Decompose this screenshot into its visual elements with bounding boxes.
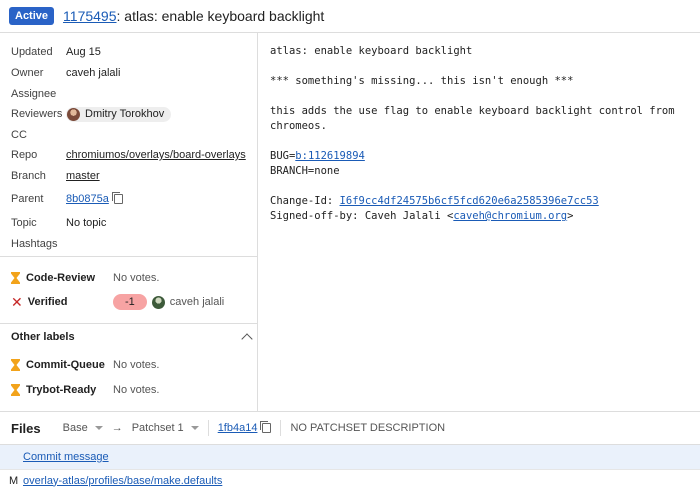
topic-value[interactable]: No topic xyxy=(66,217,106,229)
other-labels-header[interactable]: Other labels xyxy=(11,329,253,345)
change-number-link[interactable]: 1175495 xyxy=(63,8,116,24)
commit-message: atlas: enable keyboard backlight *** som… xyxy=(270,45,675,222)
meta-assignee: Assignee xyxy=(11,88,57,100)
metadata-panel: Updated Aug 15 Owner caveh jalali Assign… xyxy=(0,33,258,411)
divider xyxy=(207,420,209,436)
file-path-link[interactable]: overlay-atlas/profiles/base/make.default… xyxy=(23,475,222,487)
voter-name: caveh jalali xyxy=(169,296,225,308)
commit-hash-link[interactable]: 1fb4a14 xyxy=(218,422,258,434)
change-header: Active 1175495: atlas: enable keyboard b… xyxy=(0,0,700,33)
meta-topic: Topic No topic xyxy=(11,217,107,229)
copy-icon[interactable] xyxy=(111,192,123,204)
bug-link[interactable]: b:112619894 xyxy=(295,150,365,162)
avatar xyxy=(67,107,80,121)
meta-branch: Branch master xyxy=(11,170,100,182)
patchset-description[interactable]: NO PATCHSET DESCRIPTION xyxy=(290,422,445,434)
page-title: 1175495: atlas: enable keyboard backligh… xyxy=(63,8,324,24)
caret-down-icon xyxy=(190,426,199,430)
vote-chip[interactable]: -1 xyxy=(113,294,147,310)
files-title: Files xyxy=(11,420,41,436)
branch-link[interactable]: master xyxy=(66,170,100,182)
status-badge: Active xyxy=(9,7,55,25)
label-trybot-ready: Trybot-Ready No votes. xyxy=(11,381,256,399)
divider xyxy=(0,256,258,257)
meta-hashtags: Hashtags xyxy=(11,238,58,250)
hourglass-icon xyxy=(11,272,20,284)
divider xyxy=(280,420,282,436)
files-header: Files Base → Patchset 1 1fb4a14 NO PATCH… xyxy=(0,411,700,445)
arrow-right-icon: → xyxy=(111,422,123,434)
meta-owner: Owner caveh jalali xyxy=(11,67,121,79)
hourglass-icon xyxy=(11,384,20,396)
avatar xyxy=(151,295,165,309)
commit-message-row: Commit message xyxy=(0,445,700,469)
file-status: M xyxy=(9,474,19,487)
parent-commit-link[interactable]: 8b0875a xyxy=(66,193,109,205)
base-dropdown[interactable]: Base xyxy=(63,422,103,434)
label-commit-queue: Commit-Queue No votes. xyxy=(11,356,256,374)
owner-name[interactable]: caveh jalali xyxy=(66,67,120,79)
divider xyxy=(0,323,258,324)
commit-message-link[interactable]: Commit message xyxy=(23,451,109,463)
email-link[interactable]: caveh@chromium.org xyxy=(453,210,567,222)
change-subject: : atlas: enable keyboard backlight xyxy=(116,8,325,24)
copy-icon[interactable] xyxy=(260,421,272,433)
patchset-dropdown[interactable]: Patchset 1 xyxy=(132,422,199,434)
repo-link[interactable]: chromiumos/overlays/board-overlays xyxy=(66,149,246,161)
label-verified: ✕ Verified -1 caveh jalali xyxy=(11,294,225,310)
close-icon: ✕ xyxy=(11,294,23,310)
file-row: M overlay-atlas/profiles/base/make.defau… xyxy=(0,469,700,491)
meta-reviewers: Reviewers Dmitry Torokhov xyxy=(11,106,256,122)
change-id-link[interactable]: I6f9cc4df24575b6cf5fcd620e6a2585396e7cc5… xyxy=(340,195,599,207)
caret-down-icon xyxy=(94,426,103,430)
chevron-up-icon[interactable] xyxy=(241,333,253,345)
label-code-review: Code-Review No votes. xyxy=(11,269,256,287)
meta-updated: Updated Aug 15 xyxy=(11,46,101,58)
reviewer-chip[interactable]: Dmitry Torokhov xyxy=(66,106,172,122)
meta-repo: Repo chromiumos/overlays/board-overlays xyxy=(11,149,246,161)
meta-parent: Parent 8b0875a xyxy=(11,191,256,207)
hourglass-icon xyxy=(11,359,20,371)
meta-cc: CC xyxy=(11,129,27,141)
